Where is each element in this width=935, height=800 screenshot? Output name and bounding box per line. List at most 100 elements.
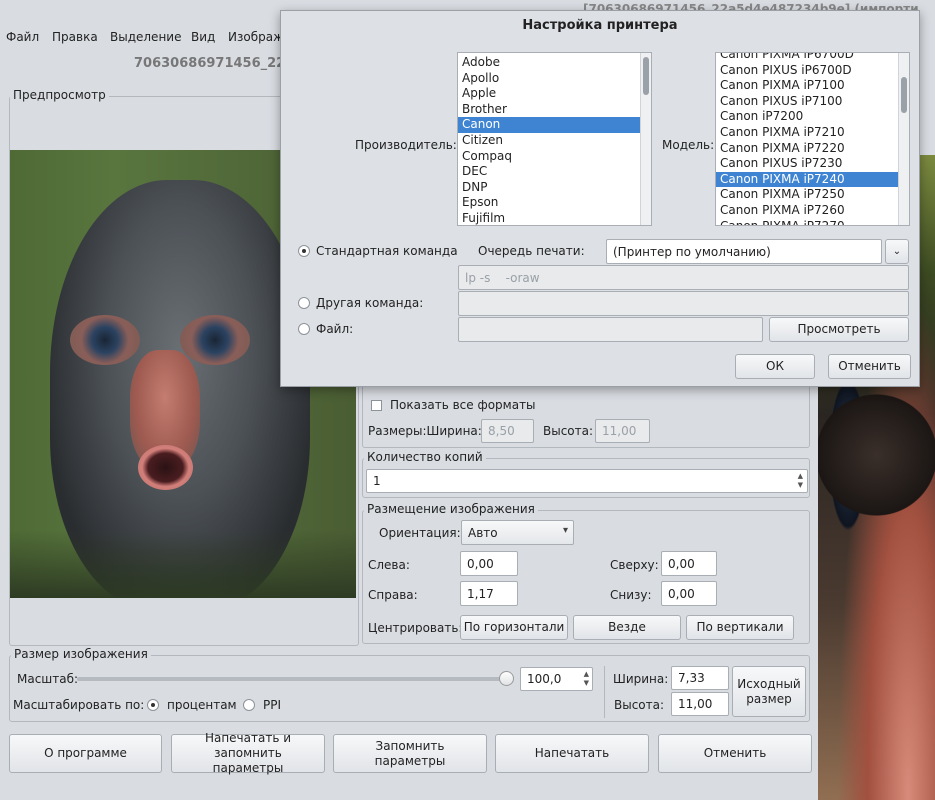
scale-value: 100,0	[527, 672, 562, 686]
standard-command-field[interactable]: lp -s -oraw	[458, 265, 909, 290]
placement-label: Размещение изображения	[364, 502, 538, 516]
other-command-label: Другая команда:	[316, 296, 424, 310]
paper-height-label: Высота:	[543, 424, 594, 438]
right-field[interactable]: 1,17	[460, 581, 518, 606]
bottom-label: Снизу:	[610, 588, 652, 602]
scale-ppi-radio[interactable]	[243, 699, 255, 711]
model-item[interactable]: Canon PIXMA iP7270	[716, 219, 909, 225]
show-all-formats-checkbox[interactable]	[371, 400, 382, 411]
center-vertical-button[interactable]: По вертикали	[686, 615, 794, 640]
size-height-label: Высота:	[614, 698, 665, 712]
scale-slider-track[interactable]	[77, 677, 509, 681]
bottom-field[interactable]: 0,00	[661, 581, 717, 606]
copies-stepper-icon[interactable]: ▲ ▼	[798, 472, 803, 490]
model-item[interactable]: Canon PIXMA iP7210	[716, 125, 909, 141]
menu-edit[interactable]: Правка	[52, 30, 98, 44]
model-item[interactable]: Canon PIXUS iP6700D	[716, 63, 909, 79]
center-all-button[interactable]: Везде	[573, 615, 681, 640]
maker-scrollbar[interactable]	[640, 53, 651, 225]
copies-label: Количество копий	[364, 450, 486, 464]
original-size-button[interactable]: Исходный размер	[732, 666, 806, 717]
model-item[interactable]: Canon PIXUS iP7230	[716, 156, 909, 172]
scale-label: Масштаб:	[17, 672, 79, 686]
scale-spinbox[interactable]: 100,0 ▲ ▼	[520, 667, 593, 691]
queue-dropdown-button[interactable]: ⌄	[885, 239, 909, 264]
queue-label: Очередь печати:	[478, 244, 585, 258]
maker-item[interactable]: Canon	[458, 117, 651, 133]
model-scroll-thumb[interactable]	[901, 77, 907, 113]
paper-width-label: Размеры:Ширина:	[368, 424, 482, 438]
copies-spinbox[interactable]: 1 ▲ ▼	[366, 469, 808, 493]
model-item[interactable]: Canon PIXMA iP6700D	[716, 53, 909, 63]
orientation-value: Авто	[468, 525, 498, 540]
size-height-field[interactable]: 11,00	[671, 692, 729, 716]
model-item[interactable]: Canon PIXMA iP7260	[716, 203, 909, 219]
menu-image[interactable]: Изображ	[228, 30, 284, 44]
print-and-save-button[interactable]: Напечатать и запомнить параметры	[171, 731, 325, 775]
print-button[interactable]: Напечатать	[495, 734, 649, 773]
copies-value: 1	[373, 474, 381, 488]
maker-scroll-thumb[interactable]	[643, 57, 649, 95]
scale-slider-handle[interactable]	[499, 671, 514, 686]
center-horizontal-button[interactable]: По горизонтали	[460, 615, 568, 640]
preview-label: Предпросмотр	[10, 88, 109, 102]
paper-height-field[interactable]: 11,00	[595, 419, 650, 443]
scale-by-label: Масштабировать по:	[13, 698, 145, 712]
model-item[interactable]: Canon PIXMA iP7240	[716, 171, 909, 188]
scale-percent-radio[interactable]	[147, 699, 159, 711]
maker-item[interactable]: Adobe	[458, 55, 651, 71]
model-item[interactable]: Canon PIXUS iP7100	[716, 94, 909, 110]
file-radio[interactable]	[298, 323, 310, 335]
center-label: Центрировать:	[368, 621, 463, 635]
model-item[interactable]: Canon iP7200	[716, 109, 909, 125]
image-size-label: Размер изображения	[11, 647, 151, 661]
top-field[interactable]: 0,00	[661, 551, 717, 576]
model-list[interactable]: Canon PIXMA iP6700D Canon PIXUS iP6700D Ca…	[715, 52, 910, 226]
other-command-field[interactable]	[458, 291, 909, 316]
browse-button[interactable]: Просмотреть	[769, 317, 909, 342]
maker-item[interactable]: Apple	[458, 86, 651, 102]
about-button[interactable]: О программе	[9, 734, 162, 773]
maker-item[interactable]: Fujifilm	[458, 211, 651, 225]
maker-item[interactable]: Epson	[458, 195, 651, 211]
size-width-field[interactable]: 7,33	[671, 666, 729, 690]
scale-stepper-icon[interactable]: ▲ ▼	[584, 670, 589, 688]
orientation-select[interactable]: Авто ▾	[461, 520, 574, 545]
right-label: Справа:	[368, 588, 418, 602]
model-item[interactable]: Canon PIXMA iP7220	[716, 141, 909, 157]
model-label: Модель:	[662, 138, 715, 152]
size-width-label: Ширина:	[613, 672, 669, 686]
orientation-label: Ориентация:	[379, 526, 461, 540]
maker-list[interactable]: Adobe Apollo Apple Brother Canon Citizen Compa…	[457, 52, 652, 226]
cancel-button[interactable]: Отменить	[658, 734, 812, 773]
ok-button[interactable]: ОК	[735, 354, 815, 379]
standard-command-label: Стандартная команда	[316, 244, 458, 258]
printer-setup-dialog: Настройка принтера Производитель: Adobe A…	[280, 10, 920, 387]
maker-item[interactable]: DEC	[458, 164, 651, 180]
maker-label: Производитель:	[355, 138, 457, 152]
standard-command-radio[interactable]	[298, 245, 310, 257]
maker-item[interactable]: Compaq	[458, 149, 651, 165]
file-field[interactable]	[458, 317, 763, 342]
model-item[interactable]: Canon PIXMA iP7250	[716, 187, 909, 203]
queue-select[interactable]: (Принтер по умолчанию)	[606, 239, 882, 264]
menu-select[interactable]: Выделение	[110, 30, 181, 44]
maker-item[interactable]: Citizen	[458, 133, 651, 149]
left-field[interactable]: 0,00	[460, 551, 518, 576]
maker-item[interactable]: Brother	[458, 102, 651, 118]
model-item[interactable]: Canon PIXMA iP7100	[716, 78, 909, 94]
show-all-formats-label: Показать все форматы	[390, 398, 536, 412]
file-label: Файл:	[316, 322, 354, 336]
chevron-down-icon: ⌄	[892, 246, 902, 257]
menu-view[interactable]: Вид	[191, 30, 215, 44]
model-scrollbar[interactable]	[898, 53, 909, 225]
paper-width-field[interactable]: 8,50	[481, 419, 534, 443]
maker-item[interactable]: DNP	[458, 180, 651, 196]
other-command-radio[interactable]	[298, 297, 310, 309]
dialog-cancel-button[interactable]: Отменить	[828, 354, 911, 379]
maker-item[interactable]: Apollo	[458, 71, 651, 87]
save-settings-button[interactable]: Запомнить параметры	[333, 734, 487, 773]
menu-file[interactable]: Файл	[6, 30, 39, 44]
model-items: Canon PIXMA iP6700D Canon PIXUS iP6700D Ca…	[716, 53, 909, 225]
size-separator	[604, 666, 605, 718]
